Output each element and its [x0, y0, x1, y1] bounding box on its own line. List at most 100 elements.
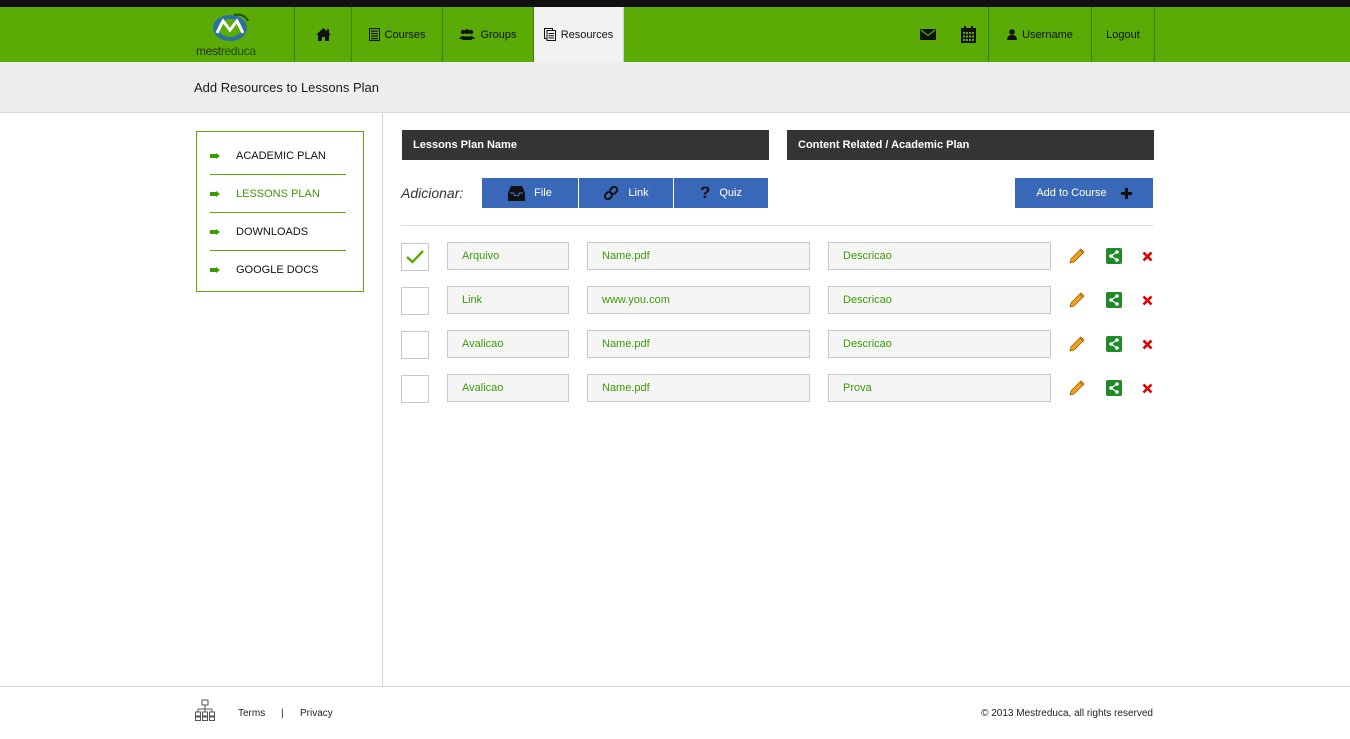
resource-type-field[interactable]: Avalicao [447, 330, 569, 358]
logo-text: mestreduca [196, 44, 256, 58]
sidebar-item-label: ACADEMIC PLAN [236, 149, 326, 162]
resource-type-field[interactable]: Link [447, 286, 569, 314]
pencil-icon [1069, 248, 1085, 264]
navbar-inner: mestreduca Courses Groups Resources User… [194, 7, 1156, 62]
edit-button[interactable] [1069, 292, 1085, 308]
sidebar-item-downloads[interactable]: DOWNLOADS [210, 213, 346, 251]
pencil-icon [1069, 380, 1085, 396]
delete-button[interactable] [1139, 380, 1155, 396]
page-title: Add Resources to Lessons Plan [194, 80, 379, 95]
sidebar-item-label: LESSONS PLAN [236, 187, 320, 200]
sidebar-item-google-docs[interactable]: GOOGLE DOCS [210, 251, 346, 289]
delete-button[interactable] [1139, 248, 1155, 264]
share-icon [1106, 336, 1122, 352]
close-icon [1142, 251, 1152, 261]
resources-icon [543, 28, 556, 41]
mail-icon [920, 29, 936, 40]
pencil-icon [1069, 336, 1085, 352]
divider [401, 225, 1153, 226]
share-icon [1106, 292, 1122, 308]
resource-name-field[interactable]: www.you.com [587, 286, 810, 314]
page-header: Add Resources to Lessons Plan [0, 62, 1350, 113]
link-icon [604, 185, 619, 201]
edit-button[interactable] [1069, 336, 1085, 352]
nav-home[interactable] [295, 7, 352, 62]
sidebar-item-academic-plan[interactable]: ACADEMIC PLAN [210, 137, 346, 175]
close-icon [1142, 295, 1152, 305]
share-button[interactable] [1106, 336, 1122, 352]
resource-type-field[interactable]: Avalicao [447, 374, 569, 402]
nav-courses-label: Courses [384, 28, 426, 41]
add-to-course-button[interactable]: Add to Course [1015, 178, 1153, 208]
arrow-right-icon [210, 228, 220, 235]
add-link-label: Link [628, 187, 649, 199]
nav-resources[interactable]: Resources [534, 7, 624, 62]
add-quiz-button[interactable]: ? Quiz [674, 178, 768, 208]
add-file-label: File [534, 187, 552, 199]
share-button[interactable] [1106, 292, 1122, 308]
row-checkbox[interactable] [401, 331, 429, 359]
footer: Terms | Privacy © 2013 Mestreduca, all r… [0, 686, 1350, 739]
sidebar-item-lessons-plan[interactable]: LESSONS PLAN [210, 175, 346, 213]
lessons-plan-name-header: Lessons Plan Name [402, 130, 769, 160]
resource-name-field[interactable]: Name.pdf [587, 374, 810, 402]
adicionar-label: Adicionar: [401, 185, 464, 201]
groups-icon [459, 29, 476, 40]
calendar-icon [960, 26, 976, 43]
edit-button[interactable] [1069, 248, 1085, 264]
top-navbar: mestreduca Courses Groups Resources User… [0, 7, 1350, 62]
add-file-button[interactable]: File [482, 178, 578, 208]
inbox-icon [508, 185, 526, 201]
edit-button[interactable] [1069, 380, 1085, 396]
privacy-link[interactable]: Privacy [300, 708, 333, 719]
courses-icon [368, 28, 380, 41]
resource-name-field[interactable]: Name.pdf [587, 330, 810, 358]
share-icon [1106, 380, 1122, 396]
row-checkbox[interactable] [401, 243, 429, 271]
add-to-course-label: Add to Course [1036, 187, 1107, 199]
share-icon [1106, 248, 1122, 264]
arrow-right-icon [210, 190, 220, 197]
question-icon: ? [699, 183, 711, 202]
sidebar-item-label: GOOGLE DOCS [236, 264, 319, 276]
nav-logout[interactable]: Logout [1092, 7, 1155, 62]
sidebar-menu: ACADEMIC PLAN LESSONS PLAN DOWNLOADS GOO… [196, 131, 364, 292]
delete-button[interactable] [1139, 292, 1155, 308]
delete-button[interactable] [1139, 336, 1155, 352]
plus-icon [1120, 187, 1132, 199]
resource-description-field[interactable]: Descricao [828, 330, 1051, 358]
close-icon [1142, 339, 1152, 349]
nav-logout-label: Logout [1106, 28, 1140, 41]
nav-messages[interactable] [908, 7, 948, 62]
home-icon [315, 28, 331, 41]
nav-groups[interactable]: Groups [443, 7, 534, 62]
sitemap-icon[interactable] [195, 699, 215, 721]
row-checkbox[interactable] [401, 375, 429, 403]
share-button[interactable] [1106, 380, 1122, 396]
row-checkbox[interactable] [401, 287, 429, 315]
terms-link[interactable]: Terms [238, 708, 265, 719]
nav-resources-label: Resources [560, 28, 614, 41]
nav-groups-label: Groups [480, 28, 517, 41]
resource-description-field[interactable]: Descricao [828, 242, 1051, 270]
resource-type-field[interactable]: Arquivo [447, 242, 569, 270]
resource-description-field[interactable]: Prova [828, 374, 1051, 402]
add-link-button[interactable]: Link [579, 178, 673, 208]
pencil-icon [1069, 292, 1085, 308]
sidebar-divider [382, 113, 383, 687]
arrow-right-icon [210, 152, 220, 159]
nav-user[interactable]: Username [989, 7, 1092, 62]
nav-courses[interactable]: Courses [352, 7, 443, 62]
share-button[interactable] [1106, 248, 1122, 264]
logo-icon [213, 13, 249, 41]
check-icon [406, 250, 424, 264]
logo[interactable]: mestreduca [194, 7, 295, 62]
resource-description-field[interactable]: Descricao [828, 286, 1051, 314]
copyright-text: © 2013 Mestreduca, all rights reserved [981, 708, 1153, 719]
arrow-right-icon [210, 267, 220, 273]
close-icon [1142, 383, 1152, 393]
nav-calendar[interactable] [948, 7, 989, 62]
content-related-header: Content Related / Academic Plan [787, 130, 1154, 160]
resource-name-field[interactable]: Name.pdf [587, 242, 810, 270]
footer-separator: | [281, 708, 284, 719]
